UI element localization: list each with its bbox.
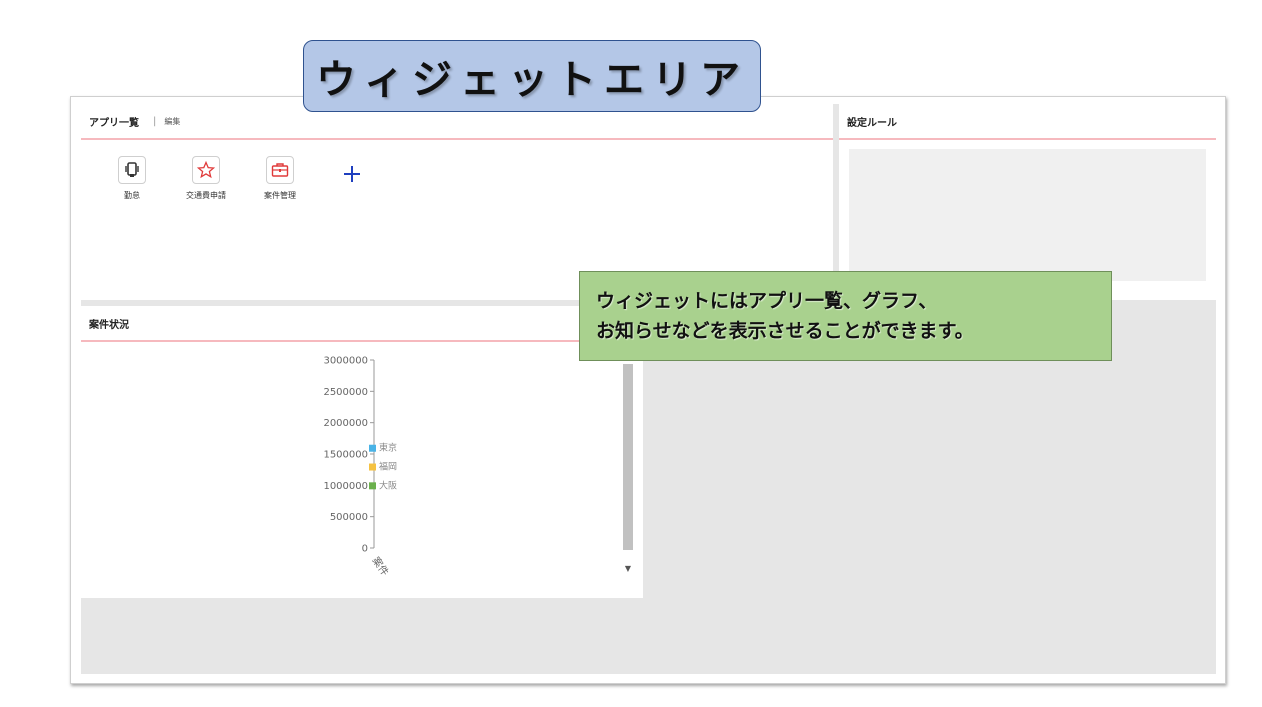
chart-scrollbar[interactable]: ▼ xyxy=(622,359,634,579)
description-callout: ウィジェットにはアプリ一覧、グラフ、 お知らせなどを表示させることができます。 xyxy=(579,271,1112,361)
app-label: 交通費申請 xyxy=(186,191,226,200)
y-tick-label: 500000 xyxy=(330,512,368,523)
rules-header: 設定ルール xyxy=(839,104,1216,140)
y-tick-label: 1500000 xyxy=(323,450,368,461)
project-status-header: 案件状況 xyxy=(81,306,643,342)
project-status-chart: 3000000 2500000 2000000 1500000 1000000 50000… xyxy=(323,356,397,579)
series-label-3: 大阪 xyxy=(379,479,397,491)
series-marker-1 xyxy=(369,444,376,452)
app-tile-project-management[interactable]: 案件管理 xyxy=(250,156,310,201)
plus-icon xyxy=(344,166,360,182)
series-label-2: 福岡 xyxy=(379,461,397,473)
series-marker-2 xyxy=(369,463,376,471)
project-status-title: 案件状況 xyxy=(89,319,129,331)
scroll-thumb[interactable] xyxy=(623,364,633,550)
y-tick-label: 2500000 xyxy=(323,387,368,398)
description-line-1: ウィジェットにはアプリ一覧、グラフ、 xyxy=(596,290,938,312)
star-icon xyxy=(192,156,220,184)
series-marker-3 xyxy=(369,482,376,490)
y-tick-label: 1000000 xyxy=(323,481,368,492)
app-label: 勤怠 xyxy=(124,191,140,200)
y-tick-label: 2000000 xyxy=(323,418,368,429)
app-tile-attendance[interactable]: 勤怠 xyxy=(102,156,162,201)
add-app-button[interactable] xyxy=(336,158,368,190)
series-label-1: 東京 xyxy=(379,442,397,454)
rules-title: 設定ルール xyxy=(847,117,897,129)
widget-area-title-callout: ウィジェットエリア xyxy=(303,40,761,112)
edit-link[interactable]: 編集 xyxy=(164,116,180,127)
phone-icon xyxy=(118,156,146,184)
app-list-title: アプリ一覧 xyxy=(89,117,139,129)
app-label: 案件管理 xyxy=(264,191,296,200)
briefcase-icon xyxy=(266,156,294,184)
rules-content xyxy=(849,149,1206,281)
scroll-down-arrow-icon[interactable]: ▼ xyxy=(622,563,634,575)
y-tick-label: 0 xyxy=(362,544,368,555)
app-tile-travel-expense[interactable]: 交通費申請 xyxy=(176,156,236,201)
header-separator: | xyxy=(153,115,157,127)
x-category-label: 案件 xyxy=(370,554,392,578)
description-line-2: お知らせなどを表示させることができます。 xyxy=(596,320,974,342)
y-tick-label: 3000000 xyxy=(323,356,368,367)
